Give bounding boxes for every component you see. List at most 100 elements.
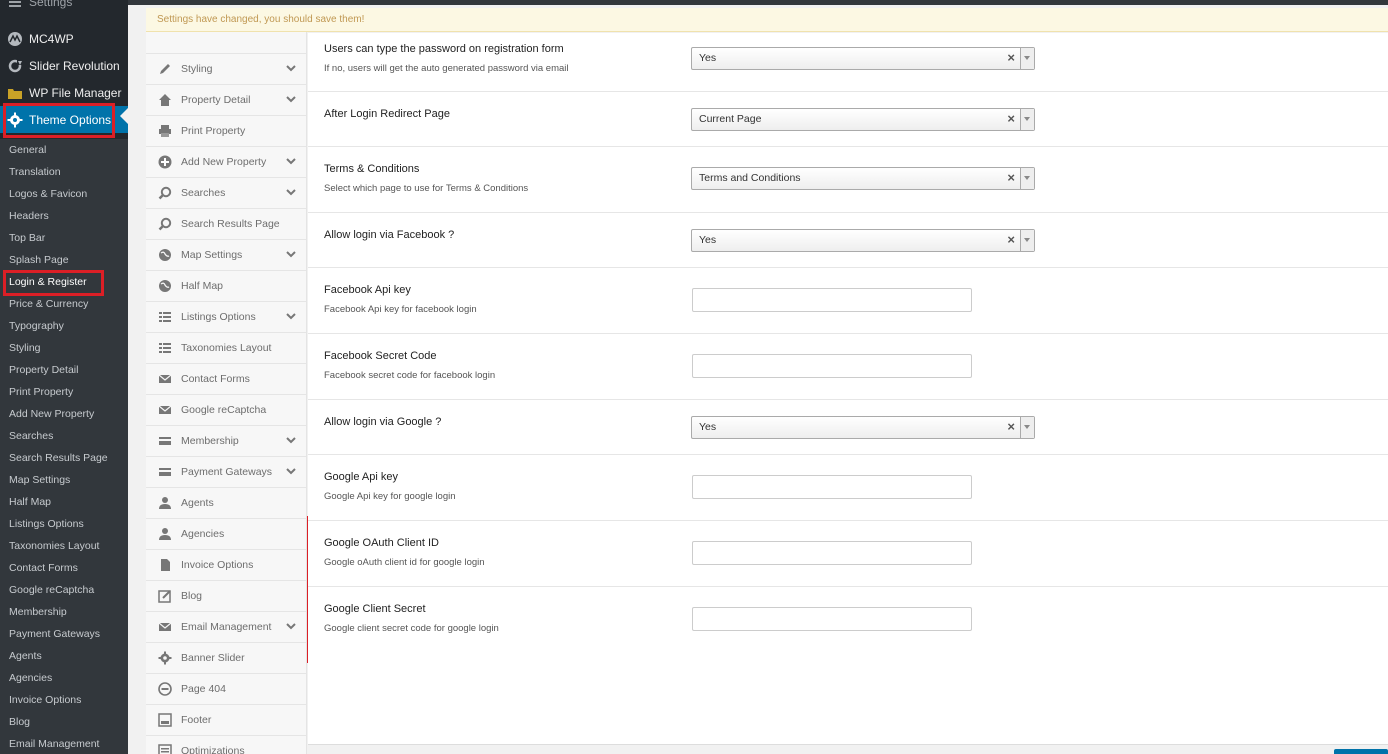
submenu-taxonomies-layout[interactable]: Taxonomies Layout <box>0 535 128 557</box>
menu-item-membership[interactable]: Membership <box>146 426 306 457</box>
submenu-agencies[interactable]: Agencies <box>0 667 128 689</box>
sidebar-item-label: Slider Revolution <box>29 58 120 73</box>
menu-item-half-map[interactable]: Half Map <box>146 271 306 302</box>
select-value: Yes <box>699 421 717 433</box>
select-value: Current Page <box>699 113 762 125</box>
menu-item-map-settings[interactable]: Map Settings <box>146 240 306 271</box>
menu-item-footer[interactable]: Footer <box>146 705 306 736</box>
submenu-payment-gateways[interactable]: Payment Gateways <box>0 623 128 645</box>
menu-item-taxonomies-layout[interactable]: Taxonomies Layout <box>146 333 306 364</box>
field-row-login-redirect: After Login Redirect Page Current Page × <box>308 92 1388 147</box>
clear-icon[interactable]: × <box>1007 170 1015 185</box>
menu-item-payment-gateways[interactable]: Payment Gateways <box>146 457 306 488</box>
login-redirect-select[interactable]: Current Page × <box>691 108 1035 131</box>
chevron-down-icon <box>286 468 296 475</box>
submenu-map-settings[interactable]: Map Settings <box>0 469 128 491</box>
submenu-email-management[interactable]: Email Management <box>0 733 128 754</box>
submenu-google-recaptcha[interactable]: Google reCaptcha <box>0 579 128 601</box>
menu-item-add-new-property[interactable]: Add New Property <box>146 147 306 178</box>
menu-item-searches[interactable]: Searches <box>146 178 306 209</box>
submenu-price-currency[interactable]: Price & Currency <box>0 293 128 315</box>
sidebar-item-mc4wp[interactable]: MC4WP <box>0 25 128 52</box>
chevron-down-icon <box>286 96 296 103</box>
menu-item-listings-options[interactable]: Listings Options <box>146 302 306 333</box>
submenu-translation[interactable]: Translation <box>0 161 128 183</box>
google-api-key-input[interactable] <box>692 475 972 499</box>
clear-icon[interactable]: × <box>1007 419 1015 434</box>
submenu-general[interactable]: General <box>0 139 128 161</box>
field-subtitle: Google Api key for google login <box>324 491 456 502</box>
submenu-search-results-page[interactable]: Search Results Page <box>0 447 128 469</box>
menu-item-label: Searches <box>181 187 226 199</box>
submenu-splash-page[interactable]: Splash Page <box>0 249 128 271</box>
google-oauth-client-id-input[interactable] <box>692 541 972 565</box>
menu-item-google-recaptcha[interactable]: Google reCaptcha <box>146 395 306 426</box>
sidebar-item-theme-options[interactable]: Theme Options <box>0 106 128 133</box>
submenu-blog[interactable]: Blog <box>0 711 128 733</box>
menu-item-invoice-options[interactable]: Invoice Options <box>146 550 306 581</box>
menu-item-search-results-page[interactable]: Search Results Page <box>146 209 306 240</box>
submenu-styling[interactable]: Styling <box>0 337 128 359</box>
submenu-top-bar[interactable]: Top Bar <box>0 227 128 249</box>
submenu-login-register[interactable]: Login & Register <box>0 271 128 293</box>
submenu-half-map[interactable]: Half Map <box>0 491 128 513</box>
submenu-headers[interactable]: Headers <box>0 205 128 227</box>
sidebar-item-wp-file-manager[interactable]: WP File Manager <box>0 79 128 106</box>
field-row-google-login: Allow login via Google ? Yes × <box>308 400 1388 455</box>
field-title: After Login Redirect Page <box>324 108 450 120</box>
dropdown-toggle[interactable] <box>1020 230 1034 251</box>
dropdown-toggle[interactable] <box>1020 417 1034 438</box>
clear-icon[interactable]: × <box>1007 111 1015 126</box>
menu-item-contact-forms[interactable]: Contact Forms <box>146 364 306 395</box>
field-row-facebook-login: Allow login via Facebook ? Yes × <box>308 213 1388 268</box>
menu-item-print-property[interactable]: Print Property <box>146 116 306 147</box>
submenu-typography[interactable]: Typography <box>0 315 128 337</box>
clear-icon[interactable]: × <box>1007 50 1015 65</box>
clear-icon[interactable]: × <box>1007 232 1015 247</box>
menu-item-agencies[interactable]: Agencies <box>146 519 306 550</box>
submenu-searches[interactable]: Searches <box>0 425 128 447</box>
terms-conditions-select[interactable]: Terms and Conditions × <box>691 167 1035 190</box>
submenu-invoice-options[interactable]: Invoice Options <box>0 689 128 711</box>
password-registration-select[interactable]: Yes × <box>691 47 1035 70</box>
facebook-secret-input[interactable] <box>692 354 972 378</box>
menu-item-label: Search Results Page <box>181 218 280 230</box>
submenu-listings-options[interactable]: Listings Options <box>0 513 128 535</box>
menu-item-blog[interactable]: Blog <box>146 581 306 612</box>
google-login-select[interactable]: Yes × <box>691 416 1035 439</box>
envelope-icon <box>158 403 172 417</box>
menu-item-optimizations[interactable]: Optimizations <box>146 736 306 754</box>
menu-item-agents[interactable]: Agents <box>146 488 306 519</box>
admin-sidebar: Settings MC4WP Slider Revolution WP File… <box>0 0 128 754</box>
dropdown-toggle[interactable] <box>1020 109 1034 130</box>
menu-item-label: Page 404 <box>181 683 226 695</box>
submenu-contact-forms[interactable]: Contact Forms <box>0 557 128 579</box>
facebook-api-key-input[interactable] <box>692 288 972 312</box>
menu-item-property-detail[interactable]: Property Detail <box>146 85 306 116</box>
menu-item-label: Map Settings <box>181 249 243 261</box>
user-icon <box>158 527 172 541</box>
menu-item-page-404[interactable]: Page 404 <box>146 674 306 705</box>
google-client-secret-input[interactable] <box>692 607 972 631</box>
gear-icon <box>158 651 172 665</box>
facebook-login-select[interactable]: Yes × <box>691 229 1035 252</box>
save-changes-button[interactable] <box>1334 749 1388 754</box>
submenu-logos-favicon[interactable]: Logos & Favicon <box>0 183 128 205</box>
sidebar-item-settings[interactable]: Settings <box>0 0 128 15</box>
mc4wp-icon <box>7 31 23 47</box>
dropdown-toggle[interactable] <box>1020 168 1034 189</box>
menu-item-label: Agencies <box>181 528 225 540</box>
submenu-property-detail[interactable]: Property Detail <box>0 359 128 381</box>
chevron-down-icon <box>286 251 296 258</box>
sidebar-item-slider-revolution[interactable]: Slider Revolution <box>0 52 128 79</box>
submenu-agents[interactable]: Agents <box>0 645 128 667</box>
submenu-membership[interactable]: Membership <box>0 601 128 623</box>
submenu-add-new-property[interactable]: Add New Property <box>0 403 128 425</box>
menu-item-styling[interactable]: Styling <box>146 54 306 85</box>
menu-item-email-management[interactable]: Email Management <box>146 612 306 643</box>
list-icon <box>158 310 172 324</box>
print-icon <box>158 124 172 138</box>
dropdown-toggle[interactable] <box>1020 48 1034 69</box>
submenu-print-property[interactable]: Print Property <box>0 381 128 403</box>
menu-item-banner-slider[interactable]: Banner Slider <box>146 643 306 674</box>
